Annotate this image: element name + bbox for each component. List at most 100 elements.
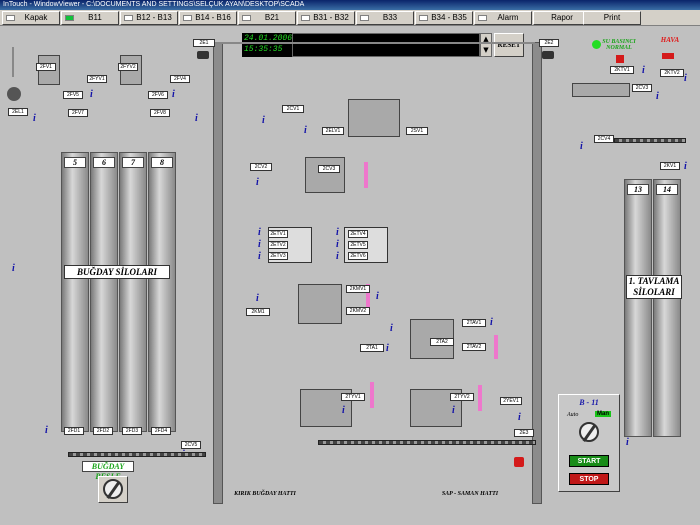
info-icon[interactable]: i xyxy=(256,177,259,188)
tag-2tyv1[interactable]: 2TYV1 xyxy=(341,393,365,401)
tag-2fd4[interactable]: 2FD4 xyxy=(151,427,171,435)
scroll-down-icon[interactable]: ▼ xyxy=(481,45,491,56)
sap-saman-caption: SAP - SAMAN HATTI xyxy=(441,491,499,497)
info-icon[interactable]: i xyxy=(518,412,521,423)
nav-b14-b16[interactable]: B14 - B16 xyxy=(179,11,237,25)
info-icon[interactable]: i xyxy=(390,323,393,334)
tag-2cv5[interactable]: 2CV5 xyxy=(181,441,201,449)
info-icon[interactable]: i xyxy=(342,405,345,416)
nav-b12-b13[interactable]: B12 - B13 xyxy=(120,11,178,25)
tag-2cv1[interactable]: 2CV1 xyxy=(282,105,304,113)
tag-2tav1[interactable]: 2TAV1 xyxy=(462,319,486,327)
tag-2kv1[interactable]: 2KV1 xyxy=(660,162,680,170)
tag-2etv2[interactable]: 2ETV2 xyxy=(268,241,288,249)
info-icon[interactable]: i xyxy=(256,293,259,304)
besle-switch[interactable] xyxy=(98,476,128,503)
nav-b34-b35[interactable]: B34 - B35 xyxy=(415,11,473,25)
valve-icon xyxy=(616,55,624,63)
silo-5: 5 xyxy=(61,152,89,432)
nav-b31-b32[interactable]: B31 - B32 xyxy=(297,11,355,25)
tag-2etv3[interactable]: 2ETV3 xyxy=(268,252,288,260)
info-icon[interactable]: i xyxy=(258,227,261,238)
tag-2elv1[interactable]: 2ELV1 xyxy=(322,127,344,135)
tag-2e1[interactable]: 2E1 xyxy=(193,39,215,47)
tag-2fd2[interactable]: 2FD2 xyxy=(93,427,113,435)
tag-2fyv1[interactable]: 2FYV1 xyxy=(87,75,107,83)
tag-2fv2[interactable]: 2FYV2 xyxy=(118,63,138,71)
reset-button[interactable]: RESET xyxy=(494,33,524,57)
info-icon[interactable]: i xyxy=(642,65,645,76)
tag-2ktv1[interactable]: 2KTV1 xyxy=(610,66,634,74)
info-icon[interactable]: i xyxy=(452,405,455,416)
tag-2etv5[interactable]: 2ETV5 xyxy=(348,241,368,249)
selector-knob-icon[interactable] xyxy=(103,479,123,499)
bottom-conveyor xyxy=(318,440,536,445)
tag-2e3[interactable]: 2E3 xyxy=(514,429,534,437)
tag-2fv7[interactable]: 2FV7 xyxy=(68,109,88,117)
info-icon[interactable]: i xyxy=(12,263,15,274)
tag-2fv6[interactable]: 2FV6 xyxy=(148,91,168,99)
info-icon[interactable]: i xyxy=(336,239,339,250)
tag-2etv4[interactable]: 2ETV4 xyxy=(348,230,368,238)
tag-2cv3[interactable]: 2CV3 xyxy=(318,165,340,173)
tag-2etv6[interactable]: 2ETV6 xyxy=(348,252,368,260)
info-icon[interactable]: i xyxy=(386,343,389,354)
tag-2e2[interactable]: 2E2 xyxy=(539,39,559,47)
info-icon[interactable]: i xyxy=(33,113,36,124)
motor-icon xyxy=(197,51,209,59)
dampening-mixer xyxy=(572,83,630,97)
tag-2fv8[interactable]: 2FV8 xyxy=(150,109,170,117)
tag-2cv4[interactable]: 2CV4 xyxy=(594,135,614,143)
tag-2kmv2[interactable]: 2KMV2 xyxy=(346,307,370,315)
b11-control-panel: B - 11 Auto Man START STOP xyxy=(558,394,620,492)
tag-2cv6[interactable]: 2CV3 xyxy=(632,84,652,92)
tag-2etv1[interactable]: 2ETV1 xyxy=(268,230,288,238)
tag-2ta1[interactable]: 2TA1 xyxy=(360,344,384,352)
info-icon[interactable]: i xyxy=(262,115,265,126)
stop-button[interactable]: STOP xyxy=(569,473,609,485)
info-icon[interactable]: i xyxy=(336,251,339,262)
indicator-icon xyxy=(124,15,133,21)
message-scrollbar[interactable]: ▲ ▼ xyxy=(480,33,492,57)
info-icon[interactable]: i xyxy=(684,73,687,84)
indicator-icon xyxy=(183,15,192,21)
tag-2kmv1[interactable]: 2KMV1 xyxy=(346,285,370,293)
info-icon[interactable]: i xyxy=(45,425,48,436)
info-icon[interactable]: i xyxy=(258,239,261,250)
tag-2tyv2[interactable]: 2TYV2 xyxy=(450,393,474,401)
info-icon[interactable]: i xyxy=(684,161,687,172)
tag-2sv1[interactable]: 2SV1 xyxy=(406,127,428,135)
start-button[interactable]: START xyxy=(569,455,609,467)
tag-2fd3[interactable]: 2FD3 xyxy=(122,427,142,435)
nav-bar: Kapak B11 B12 - B13 B14 - B16 B21 B31 - … xyxy=(0,10,700,26)
info-icon[interactable]: i xyxy=(656,91,659,102)
info-icon[interactable]: i xyxy=(376,291,379,302)
nav-print[interactable]: Print xyxy=(583,11,641,25)
info-icon[interactable]: i xyxy=(490,317,493,328)
info-icon[interactable]: i xyxy=(626,437,629,448)
tag-2ktv2[interactable]: 2KTV2 xyxy=(660,69,684,77)
tag-2km1[interactable]: 2KM1 xyxy=(246,308,270,316)
tag-2tav2[interactable]: 2TAV2 xyxy=(462,343,486,351)
nav-b11[interactable]: B11 xyxy=(61,11,119,25)
info-icon[interactable]: i xyxy=(90,89,93,100)
info-icon[interactable]: i xyxy=(336,227,339,238)
tag-2yev1[interactable]: 2YEV1 xyxy=(500,397,522,405)
tag-2fv1[interactable]: 2FV1 xyxy=(36,63,56,71)
info-icon[interactable]: i xyxy=(258,251,261,262)
tag-2cv2[interactable]: 2CV2 xyxy=(250,163,272,171)
tag-2el1[interactable]: 2EL1 xyxy=(8,108,28,116)
tag-2fd1[interactable]: 2FD1 xyxy=(64,427,84,435)
info-icon[interactable]: i xyxy=(580,141,583,152)
info-icon[interactable]: i xyxy=(172,89,175,100)
info-icon[interactable]: i xyxy=(195,113,198,124)
tag-2fv4[interactable]: 2FV4 xyxy=(170,75,190,83)
nav-kapak[interactable]: Kapak xyxy=(2,11,60,25)
nav-alarm[interactable]: Alarm xyxy=(474,11,532,25)
info-icon[interactable]: i xyxy=(304,125,307,136)
nav-b21[interactable]: B21 xyxy=(238,11,296,25)
mode-selector-knob-icon[interactable] xyxy=(579,422,599,442)
tag-2fv5[interactable]: 2FV5 xyxy=(63,91,83,99)
tag-2ta2[interactable]: 2TA2 xyxy=(430,338,454,346)
nav-b33[interactable]: B33 xyxy=(356,11,414,25)
